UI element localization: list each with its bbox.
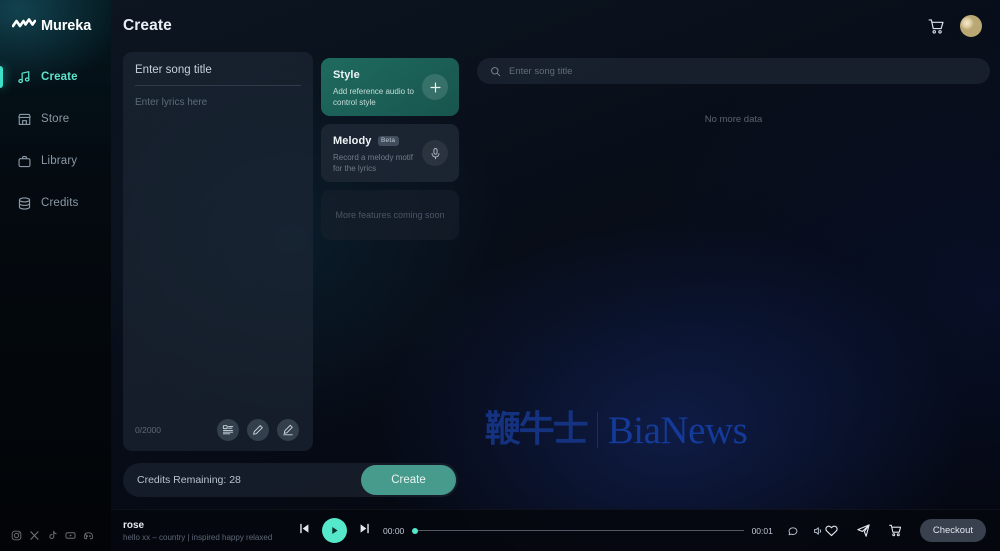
sidebar-item-label: Library xyxy=(41,155,78,167)
empty-state-text: No more data xyxy=(704,114,763,125)
brand-logo[interactable]: Mureka xyxy=(0,0,111,52)
track-title: rose xyxy=(123,519,145,531)
checkout-button[interactable]: Checkout xyxy=(919,519,986,542)
search-input[interactable]: Enter song title xyxy=(509,66,572,77)
credits-bar: Credits Remaining: 28 Create xyxy=(123,463,458,497)
melody-card-description: Record a melody motif for the lyrics xyxy=(333,153,414,173)
composer-column: Enter song title Enter lyrics here 0/200… xyxy=(123,52,467,509)
status-badge: Beta xyxy=(377,136,399,146)
melody-card-title: Melody xyxy=(333,135,372,147)
track-info: rose hello xx – country | inspired happy… xyxy=(123,520,298,542)
lyrics-structure-icon[interactable] xyxy=(217,419,239,441)
melody-card[interactable]: Melody Beta Record a melody motif for th… xyxy=(321,124,459,182)
topbar-actions xyxy=(927,15,982,37)
char-counter: 0/2000 xyxy=(135,425,161,435)
volume-icon[interactable] xyxy=(812,525,824,537)
style-card[interactable]: Style Add reference audio to control sty… xyxy=(321,58,459,116)
lyrics-tool-group xyxy=(217,419,301,441)
tiktok-icon[interactable] xyxy=(47,528,58,539)
skip-previous-icon[interactable] xyxy=(298,522,311,540)
player-option-icons xyxy=(787,525,824,537)
sidebar-item-store[interactable]: Store xyxy=(0,104,111,134)
content-area: Enter song title Enter lyrics here 0/200… xyxy=(111,52,1000,509)
progress-slider[interactable] xyxy=(412,527,744,534)
song-title-input[interactable]: Enter song title xyxy=(135,64,301,86)
instagram-icon[interactable] xyxy=(11,528,22,540)
sidebar-item-library[interactable]: Library xyxy=(0,146,111,176)
sidebar-item-create[interactable]: Create xyxy=(0,62,111,92)
credits-remaining-label: Credits Remaining: 28 xyxy=(137,474,241,486)
store-icon xyxy=(17,112,32,127)
x-twitter-icon[interactable] xyxy=(29,528,40,540)
edit-pencil-icon[interactable] xyxy=(247,419,269,441)
total-time: 00:01 xyxy=(751,525,773,536)
page-title: Create xyxy=(123,17,172,34)
track-subtitle: hello xx – country | inspired happy rela… xyxy=(123,532,273,542)
heart-icon[interactable] xyxy=(824,523,839,538)
plus-icon[interactable] xyxy=(422,74,448,100)
share-paper-plane-icon[interactable] xyxy=(856,523,871,538)
coming-soon-card: More features coming soon xyxy=(321,190,459,240)
search-icon xyxy=(490,66,501,77)
discord-icon[interactable] xyxy=(83,528,94,539)
sidebar-nav: Create Store Library Credits xyxy=(0,62,111,230)
app-root: Mureka Create Store Library Credits Crea… xyxy=(0,0,1000,551)
play-icon xyxy=(329,525,340,536)
sidebar-item-label: Create xyxy=(41,71,78,83)
feature-card-column: Style Add reference audio to control sty… xyxy=(321,52,459,459)
waveform-zigzag-icon xyxy=(11,17,37,35)
player-bar: rose hello xx – country | inspired happy… xyxy=(111,509,1000,551)
play-button[interactable] xyxy=(322,518,347,543)
create-button[interactable]: Create xyxy=(361,465,456,495)
topbar: Create xyxy=(111,0,1000,52)
library-column: Enter song title No more data xyxy=(477,52,990,509)
database-icon xyxy=(17,196,32,211)
transport-controls xyxy=(298,518,371,543)
current-time: 00:00 xyxy=(383,525,405,536)
brand-name: Mureka xyxy=(41,18,92,34)
editor-row: Enter song title Enter lyrics here 0/200… xyxy=(123,52,467,459)
progress-track[interactable] xyxy=(418,530,744,531)
youtube-icon[interactable] xyxy=(65,528,76,539)
social-links xyxy=(0,515,111,551)
briefcase-icon xyxy=(17,154,32,169)
skip-next-icon[interactable] xyxy=(358,522,371,540)
sidebar-item-credits[interactable]: Credits xyxy=(0,188,111,218)
cart-icon[interactable] xyxy=(927,17,946,36)
search-bar[interactable]: Enter song title xyxy=(477,58,990,84)
style-card-description: Add reference audio to control style xyxy=(333,87,414,107)
repeat-icon[interactable] xyxy=(787,525,799,537)
ai-write-pencil-icon[interactable] xyxy=(277,419,299,441)
music-note-icon xyxy=(17,70,32,85)
sidebar: Mureka Create Store Library Credits xyxy=(0,0,111,551)
player-right-actions: Checkout xyxy=(824,519,986,542)
main-area: Create Enter song title Enter lyrics her… xyxy=(111,0,1000,551)
coming-soon-label: More features coming soon xyxy=(335,210,445,220)
lyrics-input[interactable]: Enter lyrics here xyxy=(135,86,301,409)
style-card-title: Style xyxy=(333,69,360,81)
cart-icon[interactable] xyxy=(888,523,903,538)
microphone-icon[interactable] xyxy=(422,140,448,166)
sidebar-item-label: Credits xyxy=(41,197,79,209)
avatar[interactable] xyxy=(960,15,982,37)
sidebar-item-label: Store xyxy=(41,113,70,125)
lyrics-footer: 0/2000 xyxy=(135,409,301,451)
lyrics-editor-card: Enter song title Enter lyrics here 0/200… xyxy=(123,52,313,451)
